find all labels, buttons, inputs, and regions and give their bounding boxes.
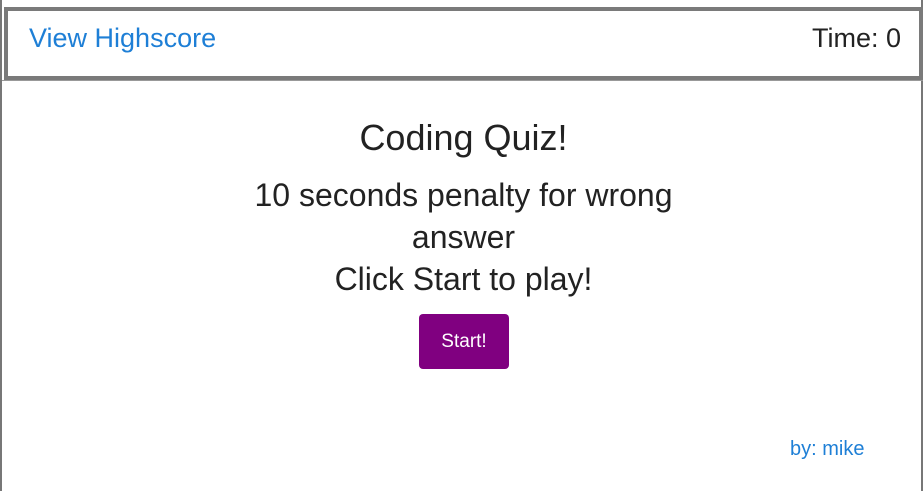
view-highscore-link[interactable]: View Highscore — [29, 23, 216, 54]
page-title: Coding Quiz! — [359, 117, 568, 158]
intro-text: 10 seconds penalty for wrong answer Clic… — [233, 174, 694, 300]
start-button[interactable]: Start! — [419, 314, 509, 369]
instruction-text: Click Start to play! — [334, 261, 593, 297]
quiz-start-panel: Coding Quiz! 10 seconds penalty for wron… — [2, 80, 923, 491]
author-byline: by: mike — [790, 438, 865, 460]
timer-display: Time: 0 — [811, 23, 901, 53]
top-bar: View Highscore Time: 0 — [4, 7, 923, 80]
penalty-text: 10 seconds penalty for wrong answer — [254, 177, 673, 255]
app-frame: View Highscore Time: 0 Coding Quiz! 10 s… — [0, 0, 923, 491]
